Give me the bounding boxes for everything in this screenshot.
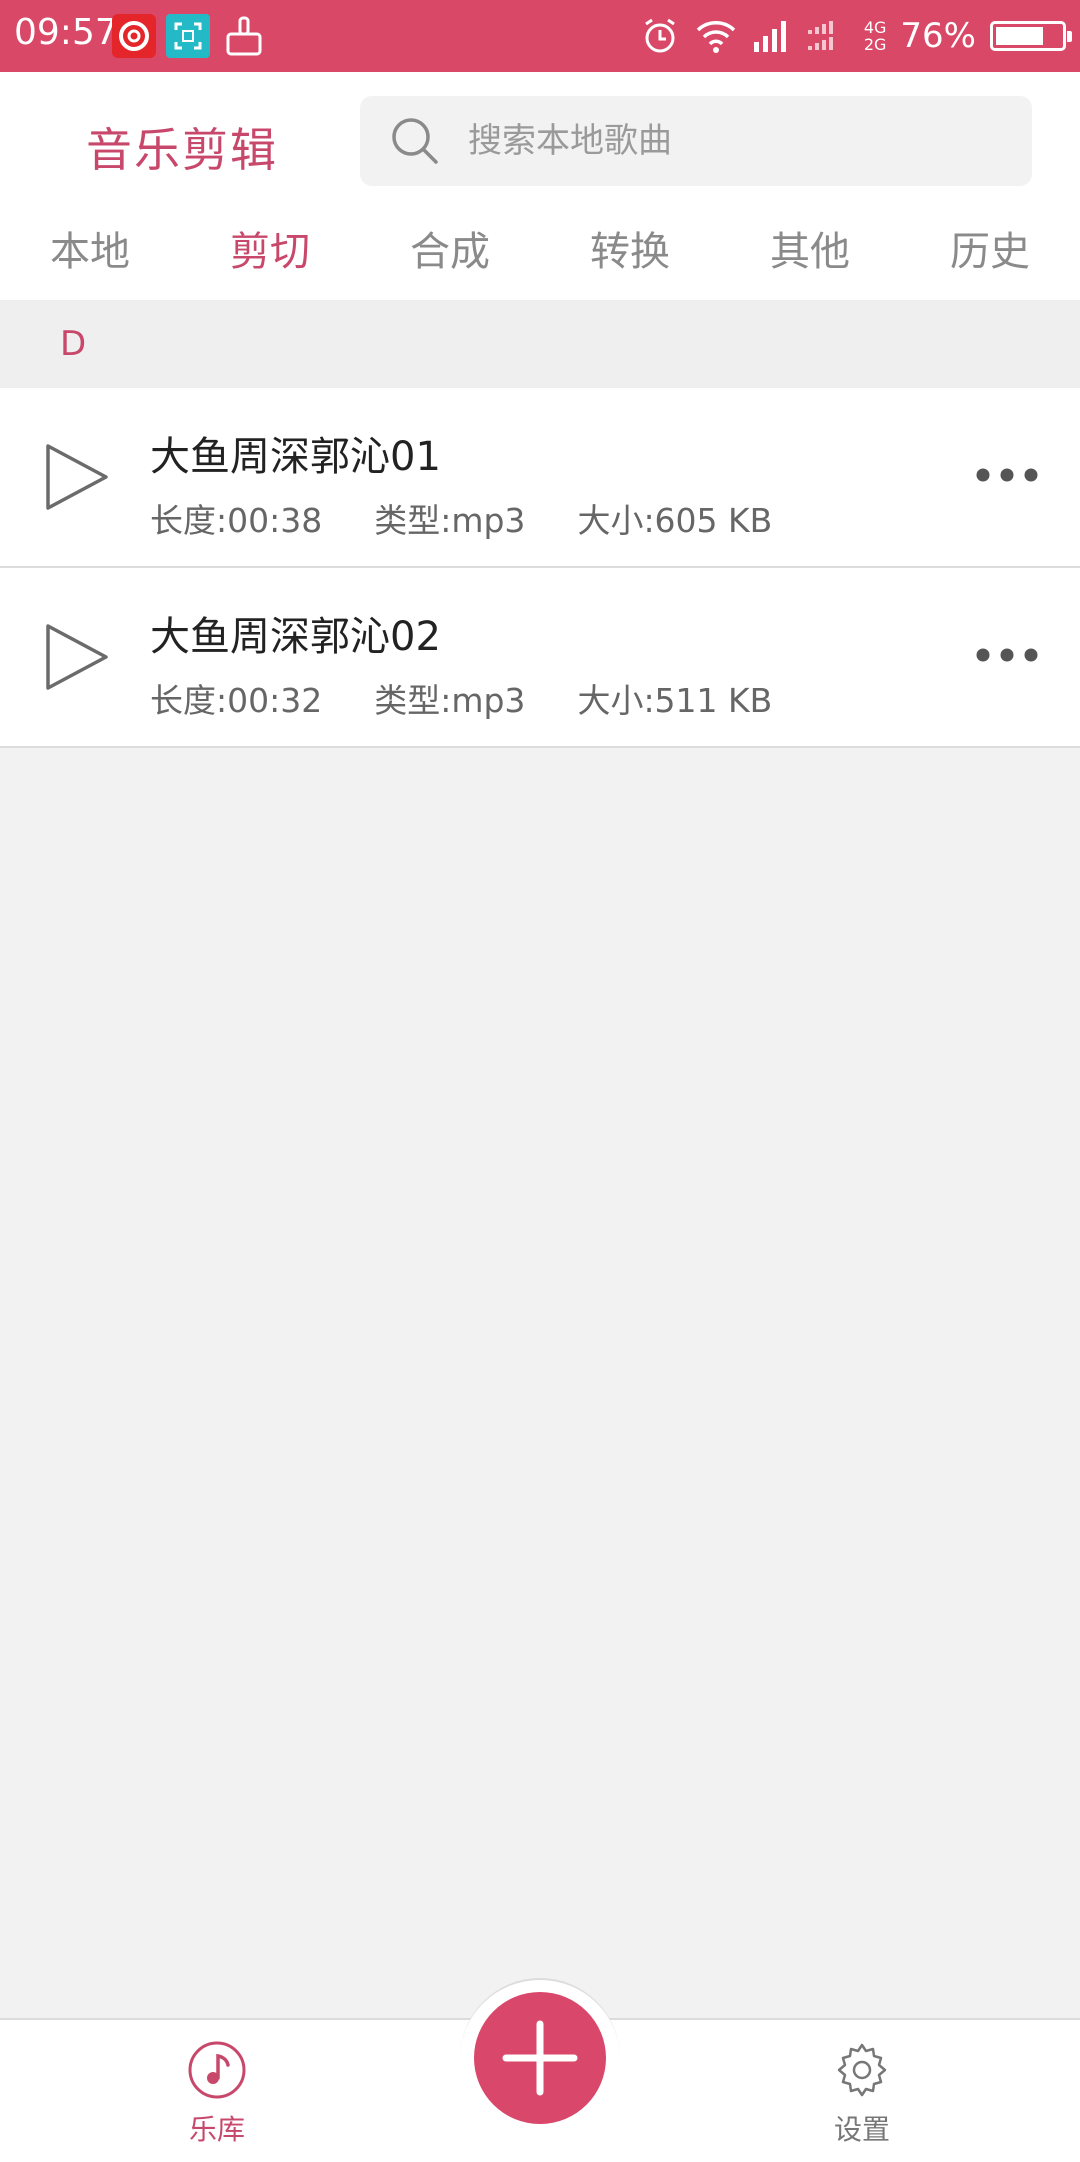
nav-settings[interactable]: 设置: [802, 2040, 922, 2148]
tab-history[interactable]: 历史: [900, 222, 1080, 300]
app-title: 音乐剪辑: [86, 123, 278, 177]
add-button[interactable]: [474, 1992, 606, 2124]
status-bar: 09:57 4G 2G 76%: [0, 0, 1080, 72]
nav-settings-label: 设置: [833, 2113, 890, 2146]
song-type: 类型:mp3: [374, 681, 526, 720]
section-header: D: [0, 300, 1080, 388]
signal-secondary-icon: [807, 21, 833, 50]
song-length: 长度:00:32: [150, 681, 323, 720]
song-meta: 长度:00:32 类型:mp3 大小:511 KB: [150, 674, 824, 722]
app-header: 音乐剪辑 本地 剪切 合成 转换 其他 历史: [0, 72, 1080, 300]
music-note-icon: [188, 2041, 246, 2099]
search-icon: [392, 118, 438, 164]
gear-icon: [837, 2043, 887, 2097]
play-icon[interactable]: [40, 440, 114, 514]
scan-icon: [166, 14, 210, 58]
battery-icon: [990, 21, 1072, 51]
more-options-icon[interactable]: [974, 460, 1040, 490]
tab-local[interactable]: 本地: [0, 222, 180, 300]
song-size: 大小:605 KB: [577, 501, 773, 540]
status-right-group: 4G 2G 76%: [640, 10, 1072, 62]
more-options-icon[interactable]: [974, 640, 1040, 670]
tab-cut[interactable]: 剪切: [180, 222, 360, 300]
wifi-icon: [696, 21, 736, 53]
tab-merge[interactable]: 合成: [360, 222, 540, 300]
tab-bar: 本地 剪切 合成 转换 其他 历史: [0, 222, 1080, 300]
song-title: 大鱼周深郭沁01: [150, 434, 441, 480]
song-size: 大小:511 KB: [577, 681, 773, 720]
nav-library-label: 乐库: [188, 2113, 245, 2146]
battery-fill: [996, 27, 1044, 45]
cleaner-icon: [222, 14, 266, 58]
tab-convert[interactable]: 转换: [540, 222, 720, 300]
song-row[interactable]: 大鱼周深郭沁01 长度:00:38 类型:mp3 大小:605 KB: [0, 388, 1080, 568]
song-length: 长度:00:38: [150, 501, 323, 540]
section-letter: D: [60, 324, 87, 364]
network-type: 4G 2G: [864, 19, 887, 53]
play-icon[interactable]: [40, 620, 114, 694]
alarm-icon: [645, 18, 675, 53]
signal-icon: [753, 21, 786, 52]
song-title: 大鱼周深郭沁02: [150, 614, 441, 660]
search-bar[interactable]: [360, 96, 1032, 186]
song-list: 大鱼周深郭沁01 长度:00:38 类型:mp3 大小:605 KB 大鱼周深郭…: [0, 388, 1080, 748]
tab-other[interactable]: 其他: [720, 222, 900, 300]
song-type: 类型:mp3: [374, 501, 526, 540]
search-input[interactable]: [468, 96, 1008, 186]
network-bottom-label: 2G: [863, 35, 887, 54]
nav-library[interactable]: 乐库: [157, 2040, 277, 2148]
status-time: 09:57: [14, 12, 118, 53]
song-meta: 长度:00:38 类型:mp3 大小:605 KB: [150, 494, 824, 542]
song-row[interactable]: 大鱼周深郭沁02 长度:00:32 类型:mp3 大小:511 KB: [0, 568, 1080, 748]
battery-percent: 76%: [900, 16, 976, 56]
plus-icon: [502, 2020, 578, 2096]
netease-music-icon: [112, 14, 156, 58]
network-top-label: 4G: [863, 18, 887, 37]
